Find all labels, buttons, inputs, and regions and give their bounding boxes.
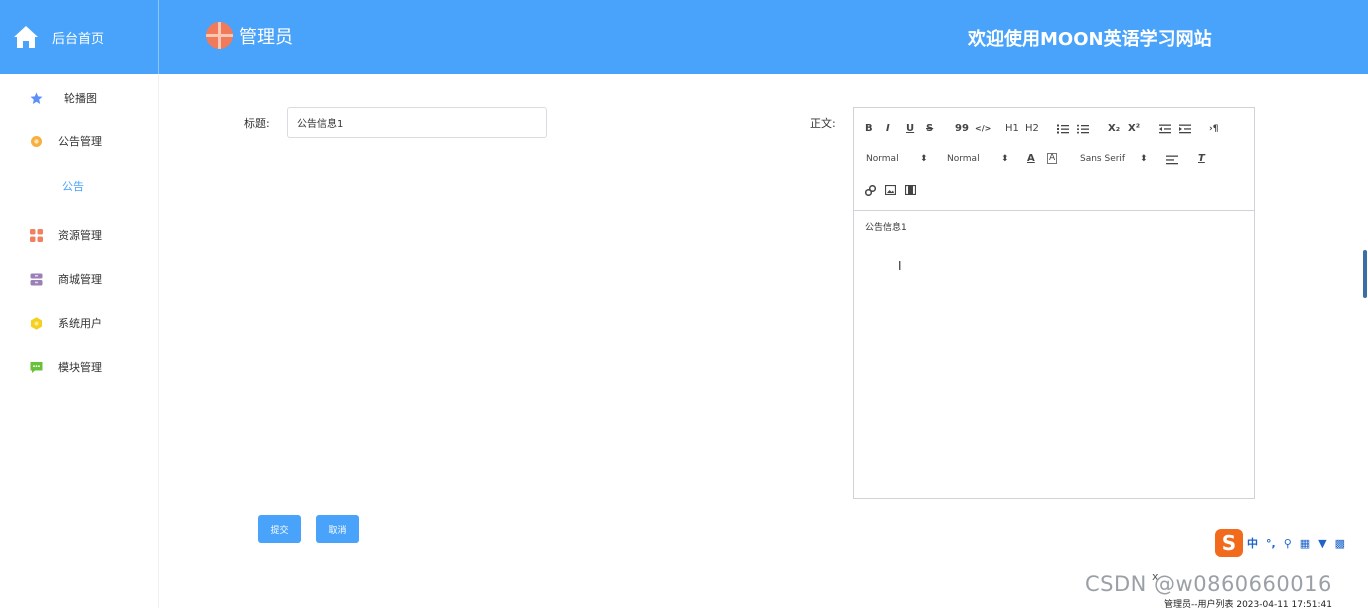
direction-icon[interactable]: ›¶ — [1209, 123, 1218, 135]
header-select[interactable]: Normal — [866, 154, 899, 164]
sidebar-item-label: 模块管理 — [58, 361, 102, 374]
editor-content[interactable]: 公告信息1 — [865, 220, 907, 233]
grid-icon — [30, 228, 43, 242]
sidebar-item-notice-management[interactable]: 公告管理 — [0, 126, 159, 156]
font-color-icon[interactable]: A — [1027, 153, 1035, 165]
cancel-button[interactable]: 取消 — [316, 515, 359, 543]
clear-format-icon[interactable]: T — [1198, 153, 1205, 165]
underline-button[interactable]: U — [906, 123, 914, 135]
message-icon — [30, 361, 43, 373]
chevron-updown-icon: ⬍ — [1140, 154, 1148, 164]
archive-icon — [30, 273, 43, 285]
chevron-updown-icon: ⬍ — [1001, 154, 1009, 164]
strike-button[interactable]: S — [926, 123, 933, 135]
font-select[interactable]: Sans Serif — [1080, 154, 1125, 164]
indent-icon[interactable] — [1179, 124, 1191, 134]
code-button[interactable]: </> — [975, 123, 991, 135]
top-header: 后台首页 管理员 欢迎使用MOON英语学习网站 — [0, 0, 1368, 74]
text-cursor-icon: I — [898, 259, 902, 273]
sidebar-item-module-management[interactable]: 模块管理 — [0, 352, 159, 382]
gear-icon — [31, 135, 42, 147]
link-icon[interactable] — [865, 185, 876, 196]
title-input[interactable] — [287, 107, 547, 138]
outdent-icon[interactable] — [1159, 124, 1171, 134]
sidebar-item-shop-management[interactable]: 商城管理 — [0, 264, 159, 294]
rich-text-editor[interactable]: B I U S 99 </> H1 H2 X₂ X² ›¶ Normal ⬍ N… — [853, 107, 1255, 499]
align-icon[interactable] — [1166, 155, 1178, 165]
h2-button[interactable]: H2 — [1025, 123, 1039, 135]
admin-profile[interactable]: 管理员 — [206, 22, 293, 49]
bullet-list-icon[interactable] — [1077, 124, 1089, 134]
title-label: 标题: — [244, 117, 270, 130]
video-icon[interactable] — [905, 185, 916, 195]
sidebar-item-label: 系统用户 — [58, 317, 102, 330]
home-link[interactable]: 后台首页 — [0, 0, 159, 74]
sidebar-item-notice[interactable]: 公告 — [0, 171, 159, 201]
home-label: 后台首页 — [52, 31, 105, 47]
image-icon[interactable] — [885, 185, 896, 195]
sidebar-item-label: 轮播图 — [64, 92, 97, 105]
keyboard-icon[interactable]: ▦ — [1300, 537, 1310, 550]
chevron-updown-icon: ⬍ — [920, 154, 928, 164]
sidebar-item-label: 公告管理 — [58, 135, 102, 148]
sidebar-item-carousel[interactable]: 轮播图 — [0, 83, 159, 113]
sidebar-item-label: 商城管理 — [58, 273, 102, 286]
subscript-button[interactable]: X₂ — [1108, 123, 1120, 135]
sidebar: 轮播图 公告管理 公告 资源管理 商城管理 系统用户 模块管理 — [0, 74, 159, 608]
welcome-text: 欢迎使用MOON英语学习网站 — [968, 29, 1212, 50]
skin-icon[interactable]: ▼ — [1318, 537, 1326, 550]
hexagon-icon — [31, 316, 42, 330]
sidebar-item-resource-management[interactable]: 资源管理 — [0, 220, 159, 250]
punctuation-icon[interactable]: °, — [1266, 537, 1276, 550]
home-icon — [14, 26, 38, 48]
superscript-button[interactable]: X² — [1128, 123, 1140, 135]
watermark: CSDN @w0860660016 — [1085, 572, 1332, 596]
sidebar-item-label: 资源管理 — [58, 229, 102, 242]
size-select[interactable]: Normal — [947, 154, 980, 164]
italic-button[interactable]: I — [886, 123, 890, 135]
submit-button[interactable]: 提交 — [258, 515, 301, 543]
star-icon — [30, 92, 43, 104]
sidebar-item-label: 公告 — [62, 180, 84, 193]
grid-menu-icon[interactable]: ▩ — [1335, 537, 1345, 550]
scroll-handle[interactable] — [1363, 250, 1367, 298]
status-text: 管理员--用户列表 2023-04-11 17:51:41 — [1164, 600, 1332, 610]
ordered-list-icon[interactable] — [1057, 124, 1069, 134]
microphone-icon[interactable]: ⚲ — [1284, 537, 1292, 550]
sogou-logo-icon: S — [1215, 529, 1243, 557]
ime-language[interactable]: 中 — [1247, 535, 1258, 551]
background-color-icon[interactable]: A — [1047, 153, 1058, 164]
avatar — [206, 22, 233, 49]
editor-toolbar: B I U S 99 </> H1 H2 X₂ X² ›¶ Normal ⬍ N… — [854, 108, 1254, 211]
blockquote-button[interactable]: 99 — [955, 123, 969, 135]
sidebar-item-system-users[interactable]: 系统用户 — [0, 308, 159, 338]
h1-button[interactable]: H1 — [1005, 123, 1019, 135]
bold-button[interactable]: B — [865, 123, 873, 135]
admin-label: 管理员 — [239, 26, 293, 48]
body-label: 正文: — [810, 117, 836, 130]
ime-toolbar[interactable]: S 中 °, ⚲ ▦ ▼ ▩ — [1215, 528, 1368, 558]
